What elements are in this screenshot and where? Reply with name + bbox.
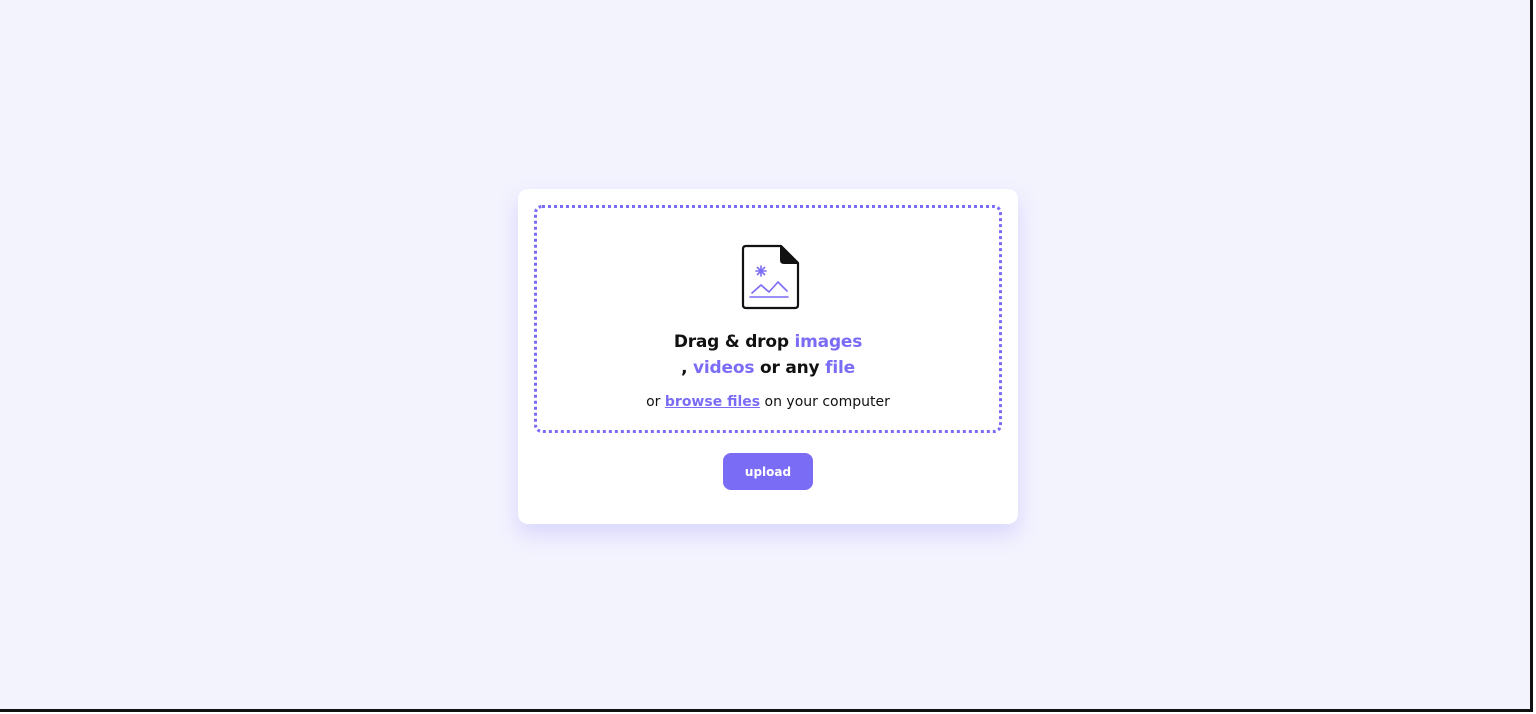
upload-button[interactable]: upload: [723, 453, 813, 490]
subtext-suffix: on your computer: [760, 394, 890, 410]
headline-images: images: [794, 332, 863, 352]
headline-text-2: ,: [681, 358, 694, 378]
headline-text-3: or any: [754, 358, 826, 378]
headline-file: file: [825, 358, 855, 378]
page-background: Drag & drop images, videos or any file o…: [0, 0, 1533, 712]
upload-card: Drag & drop images, videos or any file o…: [518, 189, 1018, 524]
drop-headline: Drag & drop images, videos or any file: [537, 329, 999, 381]
browse-files-link[interactable]: browse files: [665, 394, 760, 410]
headline-videos: videos: [693, 358, 755, 378]
image-file-icon: [741, 244, 800, 310]
headline-text-1: Drag & drop: [673, 332, 795, 352]
drop-zone[interactable]: Drag & drop images, videos or any file o…: [534, 205, 1002, 433]
subtext-prefix: or: [646, 394, 665, 410]
drop-subtext: or browse files on your computer: [537, 394, 999, 410]
